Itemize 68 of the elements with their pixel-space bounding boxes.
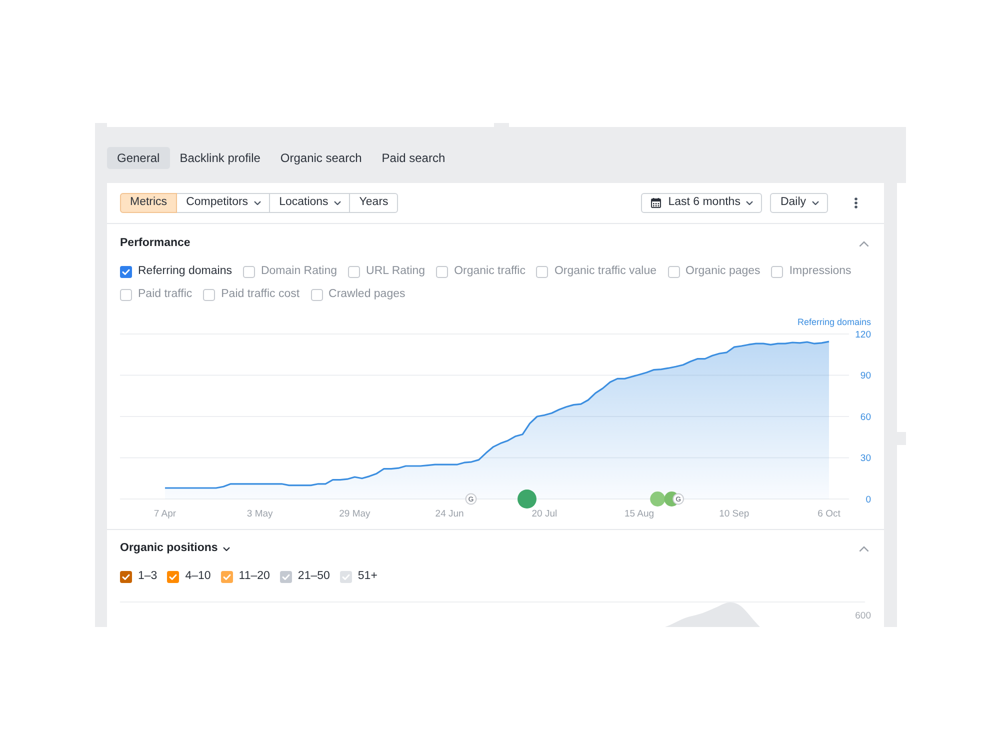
checkbox-label: Organic traffic value (554, 264, 657, 279)
checkbox-label: 21–50 (298, 568, 330, 584)
checkbox[interactable] (310, 288, 323, 300)
caret-down-icon (222, 547, 230, 551)
checkbox-label: Referring domains (138, 264, 232, 279)
calendar-icon (651, 198, 662, 208)
axis-label: 0 (866, 494, 871, 506)
section-title[interactable]: Organic positions (120, 540, 218, 558)
more-icon[interactable] (854, 197, 858, 209)
checkbox[interactable] (120, 266, 132, 278)
checkbox-label: 1–3 (138, 568, 158, 584)
checkbox[interactable] (167, 570, 180, 582)
axis-label: 24 Jun (435, 508, 464, 520)
checkbox-label: 51+ (358, 568, 378, 584)
caret-down-icon (746, 201, 754, 205)
checkbox-label: Impressions (789, 264, 852, 279)
tab[interactable]: General (107, 147, 170, 169)
checkbox-label: Crawled pages (328, 286, 406, 302)
checkbox[interactable] (120, 570, 132, 582)
axis-label: 600 (855, 610, 871, 622)
checkbox-label: 4–10 (185, 568, 211, 584)
view-button[interactable]: Metrics (120, 193, 178, 213)
checkbox[interactable] (436, 266, 448, 278)
tab[interactable]: Backlink profile (170, 147, 270, 169)
interval-dropdown[interactable]: Daily (770, 193, 828, 213)
caret-down-icon (254, 201, 262, 205)
date-range-dropdown[interactable]: Last 6 months (641, 193, 762, 213)
axis-label: 3 May (246, 508, 273, 520)
checkbox[interactable] (280, 570, 292, 582)
axis-label: 6 Oct (818, 508, 840, 520)
checkbox-label: Paid traffic cost (221, 286, 300, 302)
checkbox-label: Domain Rating (260, 264, 338, 279)
axis-label: 7 Apr (154, 508, 176, 520)
event-dot-icon[interactable] (650, 492, 666, 506)
chevron-up-icon[interactable] (859, 241, 869, 247)
axis-label: 120 (855, 330, 871, 340)
tab[interactable]: Paid search (372, 147, 456, 169)
section-title: Performance (120, 236, 190, 252)
axis-label: 10 Sep (719, 508, 750, 520)
caret-down-icon (812, 201, 819, 205)
axis-label: 30 (860, 453, 871, 464)
chevron-up-icon[interactable] (859, 546, 869, 552)
checkbox[interactable] (340, 570, 352, 582)
checkbox[interactable] (120, 288, 132, 300)
checkbox[interactable] (220, 570, 233, 582)
checkbox-label: Paid traffic (138, 286, 192, 302)
dropdown-button[interactable]: Competitors (176, 193, 270, 213)
checkbox-label: 11–20 (238, 568, 270, 584)
event-dot-icon[interactable] (518, 490, 536, 508)
caret-down-icon (334, 201, 342, 205)
axis-label: 29 May (339, 508, 370, 520)
legend-label: Referring domains (797, 316, 871, 328)
checkbox-label: Organic traffic (454, 264, 526, 279)
checkbox[interactable] (203, 288, 216, 300)
checkbox[interactable] (242, 266, 255, 278)
axis-label: 15 Aug (624, 508, 654, 520)
checkbox-label: Organic pages (686, 264, 760, 279)
dropdown-button[interactable]: Locations (269, 193, 350, 213)
axis-label: 90 (860, 370, 871, 382)
checkbox[interactable] (668, 266, 680, 278)
view-button[interactable]: Years (349, 193, 398, 213)
axis-label: 20 Jul (532, 508, 558, 520)
checkbox[interactable] (348, 266, 360, 278)
tab[interactable]: Organic search (270, 147, 372, 169)
axis-label: 60 (860, 412, 871, 423)
checkbox[interactable] (536, 266, 548, 278)
checkbox[interactable] (771, 266, 784, 278)
checkbox-label: URL Rating (366, 264, 426, 279)
